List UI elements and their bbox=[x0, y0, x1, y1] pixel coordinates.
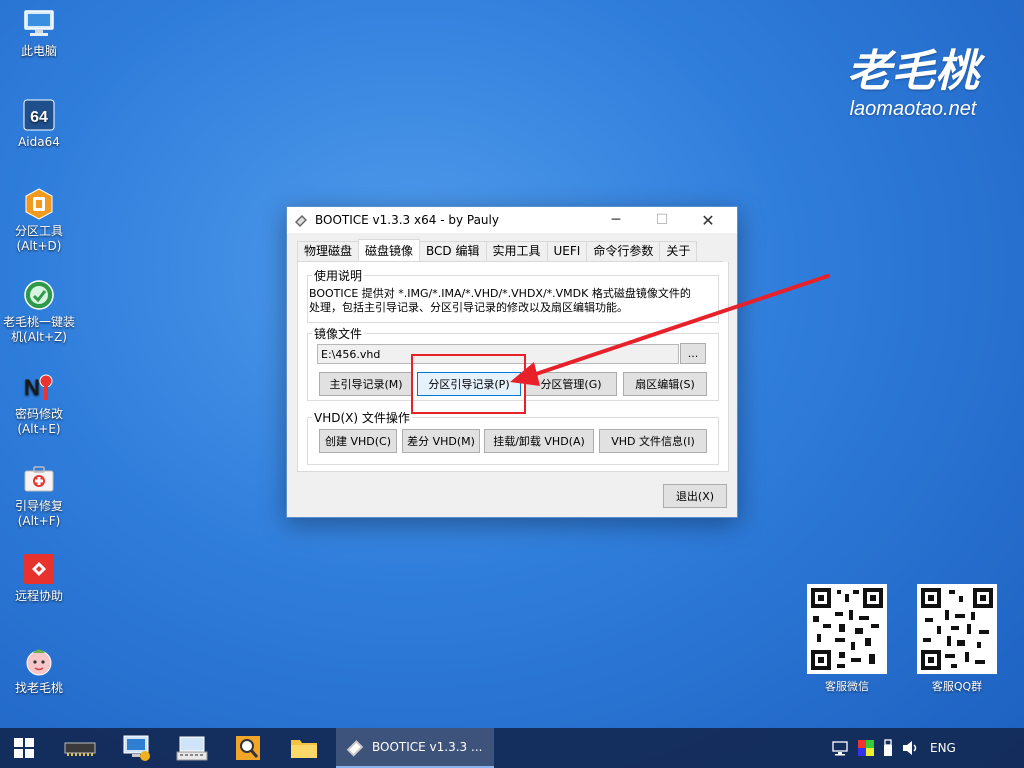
create-vhd-button[interactable]: 创建 VHD(C) bbox=[319, 429, 397, 453]
ram-chip-icon bbox=[64, 742, 96, 756]
tab-command-line[interactable]: 命令行参数 bbox=[586, 241, 661, 261]
usage-line-2: 处理，包括主引导记录、分区引导记录的修改以及扇区编辑功能。 bbox=[309, 301, 628, 314]
exit-button[interactable]: 退出(X) bbox=[663, 484, 727, 508]
tab-uefi[interactable]: UEFI bbox=[546, 241, 588, 261]
desktop-icon-label: 引导修复 (Alt+F) bbox=[14, 499, 63, 528]
qr-label: 客服微信 bbox=[825, 680, 869, 693]
bootice-window: BOOTICE v1.3.3 x64 - by Pauly ─ ☐ ✕ 物理磁盘… bbox=[286, 206, 738, 518]
usb-drive-icon[interactable] bbox=[882, 739, 894, 757]
image-path-field[interactable] bbox=[317, 344, 679, 364]
brand-logo: 老毛桃 laomaotao.net bbox=[838, 48, 988, 121]
tab-about[interactable]: 关于 bbox=[659, 241, 698, 261]
boot-repair-icon bbox=[23, 463, 55, 495]
qr-code-icon bbox=[807, 584, 887, 674]
qr-label: 客服QQ群 bbox=[931, 680, 983, 693]
usage-text: BOOTICE 提供对 *.IMG/*.IMA/*.VHD/*.VHDX/*.V… bbox=[309, 287, 709, 315]
svg-text:N: N bbox=[24, 375, 40, 400]
color-palette-icon[interactable] bbox=[858, 740, 874, 756]
one-key-install-icon bbox=[23, 279, 55, 311]
remote-assist-icon bbox=[23, 553, 55, 585]
volume-icon[interactable] bbox=[902, 740, 920, 756]
desktop-icon-this-pc[interactable]: 此电脑 bbox=[2, 8, 76, 59]
desktop-icon-find-laomaotao[interactable]: 找老毛桃 bbox=[2, 645, 76, 696]
tab-utilities[interactable]: 实用工具 bbox=[485, 241, 548, 261]
bootice-app-icon bbox=[295, 215, 307, 227]
desktop-icon-label: Aida64 bbox=[18, 135, 60, 149]
usage-legend: 使用说明 bbox=[314, 269, 363, 283]
partition-manage-button[interactable]: 分区管理(G) bbox=[525, 372, 617, 396]
start-button[interactable] bbox=[0, 728, 48, 768]
tab-bar: 物理磁盘 磁盘镜像 BCD 编辑 实用工具 UEFI 命令行参数 关于 bbox=[297, 239, 723, 262]
tab-disk-image[interactable]: 磁盘镜像 bbox=[358, 239, 421, 261]
browse-button[interactable]: ... bbox=[680, 343, 706, 364]
desktop-icon-label: 远程协助 bbox=[14, 589, 63, 603]
system-tray: ENG bbox=[832, 728, 1024, 768]
search-tool-icon bbox=[236, 736, 260, 760]
pinned-network-computer[interactable] bbox=[112, 728, 160, 768]
image-file-legend: 镜像文件 bbox=[314, 327, 363, 341]
task-bootice-label: BOOTICE v1.3.3 ... bbox=[372, 740, 483, 754]
qr-code-icon bbox=[917, 584, 997, 674]
folder-icon bbox=[291, 740, 317, 758]
desktop-icon-partition-tool[interactable]: 分区工具 (Alt+D) bbox=[2, 188, 76, 254]
pbr-button[interactable]: 分区引导记录(P) bbox=[417, 372, 521, 396]
minimize-button[interactable]: ─ bbox=[593, 207, 639, 233]
usage-line-1: BOOTICE 提供对 *.IMG/*.IMA/*.VHD/*.VHDX/*.V… bbox=[309, 287, 691, 300]
close-button[interactable]: ✕ bbox=[685, 207, 731, 233]
tab-physical-disk[interactable]: 物理磁盘 bbox=[297, 241, 360, 261]
pinned-search-tool[interactable] bbox=[224, 728, 272, 768]
aida64-icon: 64 bbox=[23, 99, 55, 131]
partition-tool-icon bbox=[23, 188, 55, 220]
pinned-ram-tool[interactable] bbox=[56, 728, 104, 768]
task-bootice[interactable]: BOOTICE v1.3.3 ... bbox=[336, 728, 494, 768]
vhd-info-button[interactable]: VHD 文件信息(I) bbox=[599, 429, 707, 453]
brand-url: laomaotao.net bbox=[849, 98, 977, 120]
desktop-icon-boot-repair[interactable]: 引导修复 (Alt+F) bbox=[2, 463, 76, 529]
desktop-icon-password-change[interactable]: N 密码修改 (Alt+E) bbox=[2, 371, 76, 437]
window-title: BOOTICE v1.3.3 x64 - by Pauly bbox=[315, 213, 499, 227]
vhd-ops-legend: VHD(X) 文件操作 bbox=[314, 411, 410, 425]
qr-wechat: 客服微信 bbox=[807, 584, 887, 694]
bootice-app-icon bbox=[346, 740, 364, 757]
window-titlebar[interactable]: BOOTICE v1.3.3 x64 - by Pauly ─ ☐ ✕ bbox=[287, 207, 737, 233]
language-indicator[interactable]: ENG bbox=[930, 741, 956, 755]
desktop-icon-remote-assist[interactable]: 远程协助 bbox=[2, 553, 76, 604]
diff-vhd-button[interactable]: 差分 VHD(M) bbox=[402, 429, 480, 453]
sector-edit-button[interactable]: 扇区编辑(S) bbox=[623, 372, 707, 396]
pinned-file-explorer[interactable] bbox=[280, 728, 328, 768]
desktop-icon-label: 密码修改 (Alt+E) bbox=[14, 407, 63, 436]
windows-start-icon bbox=[14, 738, 34, 758]
mbr-button[interactable]: 主引导记录(M) bbox=[319, 372, 413, 396]
desktop-icon-aida64[interactable]: 64 Aida64 bbox=[2, 99, 76, 150]
find-laomaotao-icon bbox=[23, 645, 55, 677]
desktop-icon-label: 此电脑 bbox=[20, 44, 57, 58]
desktop-icon-label: 分区工具 (Alt+D) bbox=[14, 224, 63, 253]
pinned-keyboard[interactable] bbox=[168, 728, 216, 768]
network-icon[interactable] bbox=[832, 740, 850, 756]
desktop-icon-label: 老毛桃一键装 机(Alt+Z) bbox=[2, 315, 75, 344]
qr-qq-group: 客服QQ群 bbox=[917, 584, 997, 694]
mount-vhd-button[interactable]: 挂载/卸载 VHD(A) bbox=[484, 429, 594, 453]
desktop-icon-label: 找老毛桃 bbox=[14, 681, 63, 695]
computer-icon bbox=[23, 8, 55, 40]
tab-bcd-edit[interactable]: BCD 编辑 bbox=[419, 241, 487, 261]
maximize-button[interactable]: ☐ bbox=[639, 207, 685, 233]
taskbar: BOOTICE v1.3.3 ... ENG bbox=[0, 728, 1024, 768]
keyboard-icon bbox=[176, 736, 208, 761]
aida64-badge: 64 bbox=[30, 109, 48, 126]
network-computer-icon bbox=[123, 735, 150, 761]
brand-chinese: 老毛桃 bbox=[847, 46, 979, 97]
desktop-icon-one-key-install[interactable]: 老毛桃一键装 机(Alt+Z) bbox=[2, 279, 76, 345]
password-change-icon: N bbox=[23, 371, 55, 403]
